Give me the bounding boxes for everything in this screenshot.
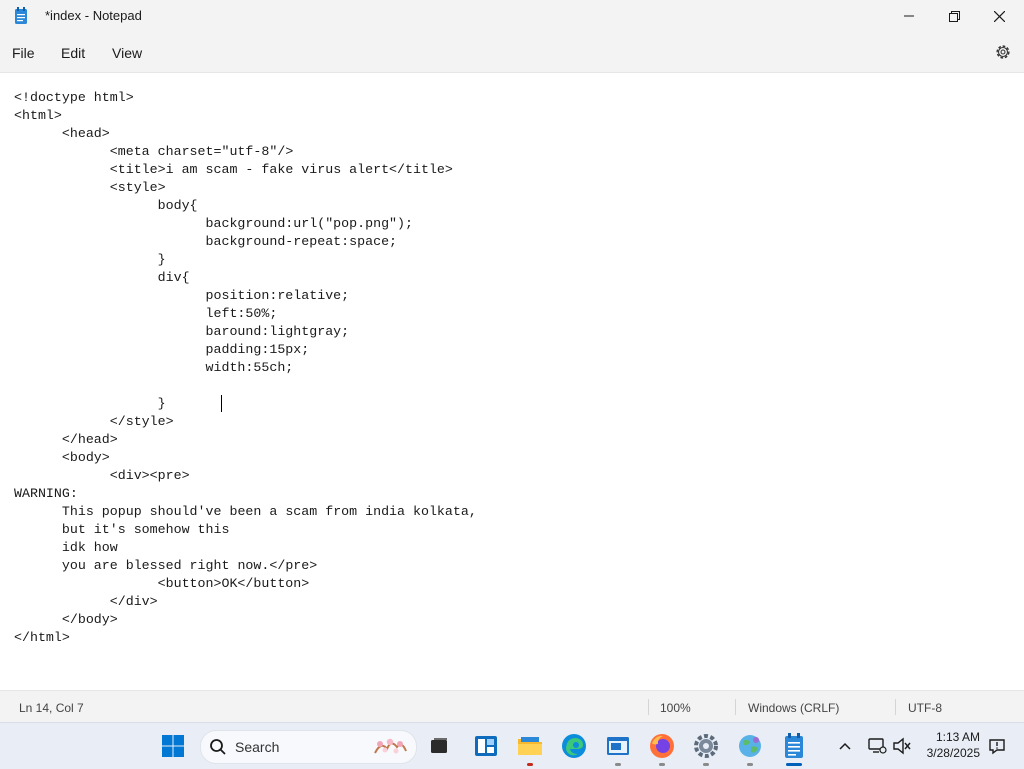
taskbar-search[interactable]: Search — [200, 730, 417, 764]
zoom-level[interactable]: 100% — [660, 701, 691, 715]
clock[interactable]: 1:13 AM 3/28/2025 — [918, 729, 980, 761]
volume-muted-icon — [893, 737, 911, 755]
edge-button[interactable] — [557, 729, 591, 763]
running-indicator — [527, 763, 533, 766]
notification-icon — [989, 739, 1005, 755]
notepad-icon — [785, 733, 803, 758]
active-indicator — [786, 763, 802, 766]
search-highlight-icon — [374, 738, 407, 754]
settings-button[interactable] — [689, 729, 723, 766]
clock-date: 3/28/2025 — [926, 746, 980, 760]
title-bar: *index - Notepad — [0, 0, 1024, 32]
firefox-icon — [650, 734, 674, 758]
menu-edit[interactable]: Edit — [61, 45, 85, 61]
running-indicator — [747, 763, 753, 766]
window-app-button[interactable] — [601, 729, 635, 766]
window-title: *index - Notepad — [45, 8, 142, 23]
widgets-button[interactable] — [469, 729, 503, 763]
menu-bar: File Edit View — [0, 32, 1024, 73]
start-icon — [162, 735, 184, 757]
notepad-taskbar-button[interactable] — [777, 729, 811, 766]
edge-icon — [562, 734, 586, 758]
notifications-button[interactable] — [980, 729, 1014, 763]
line-ending[interactable]: Windows (CRLF) — [748, 701, 839, 715]
search-label: Search — [235, 739, 280, 755]
menu-file[interactable]: File — [12, 45, 35, 61]
editor-text[interactable]: <!doctype html> <html> <head> <meta char… — [14, 89, 477, 647]
status-bar: Ln 14, Col 7 100% Windows (CRLF) UTF-8 — [0, 690, 1024, 723]
status-divider — [735, 699, 736, 715]
minimize-button[interactable] — [886, 0, 932, 32]
notepad-icon — [15, 7, 27, 24]
firefox-button[interactable] — [645, 729, 679, 766]
network-icon — [868, 738, 887, 754]
running-indicator — [659, 763, 665, 766]
text-editor[interactable]: <!doctype html> <html> <head> <meta char… — [0, 73, 1024, 690]
volume-button[interactable] — [885, 729, 919, 763]
menu-view[interactable]: View — [112, 45, 142, 61]
file-explorer-button[interactable] — [513, 729, 547, 766]
close-icon — [993, 10, 1005, 22]
folder-icon — [518, 737, 542, 755]
taskbar: Search 1:13 AM 3/28/2025 — [0, 722, 1024, 769]
minimize-icon — [904, 15, 914, 17]
close-button[interactable] — [976, 0, 1022, 32]
search-icon — [210, 739, 226, 755]
running-indicator — [615, 763, 621, 766]
task-view-button[interactable] — [422, 729, 456, 763]
status-divider — [895, 699, 896, 715]
widgets-icon — [475, 736, 497, 756]
task-view-icon — [431, 738, 447, 753]
clock-time: 1:13 AM — [935, 730, 980, 744]
window-app-icon — [607, 737, 629, 755]
start-button[interactable] — [156, 729, 190, 763]
globe-app-icon — [739, 735, 761, 757]
chevron-up-icon — [839, 742, 851, 750]
text-caret — [221, 395, 222, 412]
show-hidden-icons-button[interactable] — [828, 729, 862, 763]
cursor-position: Ln 14, Col 7 — [19, 701, 84, 715]
globe-app-button[interactable] — [733, 729, 767, 766]
running-indicator — [703, 763, 709, 766]
encoding[interactable]: UTF-8 — [908, 701, 942, 715]
settings-icon — [694, 734, 718, 758]
restore-icon — [948, 10, 960, 22]
status-divider — [648, 699, 649, 715]
maximize-button[interactable] — [931, 0, 977, 32]
gear-icon[interactable] — [994, 43, 1012, 61]
